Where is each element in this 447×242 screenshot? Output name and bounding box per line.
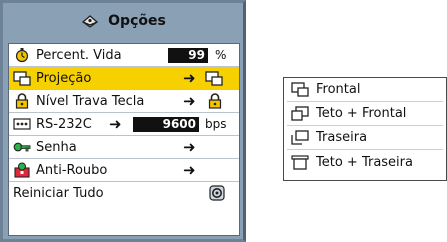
lock-value-icon: [208, 93, 222, 109]
submenu-item-front[interactable]: Frontal: [287, 78, 443, 102]
menu-item-reset-all[interactable]: Reiniciar Tudo: [9, 182, 239, 205]
submenu-item-label: Teto + Traseira: [316, 154, 413, 170]
arrow-right-icon: ➜: [183, 138, 196, 156]
reset-icon: [209, 185, 225, 201]
menu-item-label: Senha: [36, 139, 77, 155]
baud-rate-unit: bps: [205, 117, 227, 131]
menu-item-label: Nível Trava Tecla: [36, 93, 145, 109]
menu-title: Opções: [108, 13, 166, 29]
lamp-timer-icon: [13, 47, 31, 63]
menu-item-label: Projeção: [36, 70, 92, 86]
menu-item-label: RS-232C: [36, 116, 92, 132]
front-projection-icon: [290, 82, 310, 98]
lamp-life-value: 99: [168, 47, 208, 63]
projection-icon: [13, 70, 31, 86]
arrow-right-icon: ➜: [183, 69, 196, 87]
projection-submenu: Frontal Teto + Frontal Traseira Teto + T…: [283, 77, 447, 181]
baud-rate-value: 9600: [133, 116, 199, 132]
ceiling-front-projection-icon: [290, 106, 310, 122]
menu-item-rs232c[interactable]: RS-232C ➜ 9600 bps: [9, 113, 239, 136]
menu-item-label: Reiniciar Tudo: [13, 186, 104, 201]
submenu-item-ceiling-front[interactable]: Teto + Frontal: [287, 102, 443, 126]
anti-theft-icon: [13, 162, 31, 178]
menu-item-keylock[interactable]: Nível Trava Tecla ➜: [9, 90, 239, 113]
key-icon: [13, 139, 31, 155]
rear-projection-icon: [290, 130, 310, 146]
menu-item-projection[interactable]: Projeção ➜: [9, 67, 239, 90]
lock-icon: [13, 93, 31, 109]
lamp-life-unit: %: [215, 48, 227, 62]
menu-item-label: Anti-Roubo: [36, 162, 108, 178]
menu-item-password[interactable]: Senha ➜: [9, 136, 239, 159]
menu-list: Percent. Vida 99 % Projeção ➜ Nível Trav…: [8, 43, 240, 236]
arrow-right-icon: ➜: [183, 92, 196, 110]
ceiling-rear-projection-icon: [290, 154, 310, 170]
serial-port-icon: [13, 116, 31, 132]
submenu-item-label: Teto + Frontal: [316, 106, 407, 121]
arrow-right-icon: ➜: [109, 115, 122, 133]
submenu-item-label: Frontal: [316, 82, 361, 97]
submenu-item-ceiling-rear[interactable]: Teto + Traseira: [287, 150, 443, 174]
projection-front-icon: [205, 71, 223, 86]
options-menu: Opções Percent. Vida 99 % Projeção ➜ Nív…: [0, 0, 246, 242]
submenu-item-label: Traseira: [316, 130, 368, 145]
menu-item-anti-theft[interactable]: Anti-Roubo ➜: [9, 159, 239, 182]
menu-item-label: Percent. Vida: [36, 47, 122, 63]
options-icon: [80, 13, 100, 29]
arrow-right-icon: ➜: [183, 161, 196, 179]
menu-item-lamp-life[interactable]: Percent. Vida 99 %: [9, 44, 239, 67]
menu-header: Opções: [3, 3, 243, 39]
submenu-item-rear[interactable]: Traseira: [287, 126, 443, 150]
